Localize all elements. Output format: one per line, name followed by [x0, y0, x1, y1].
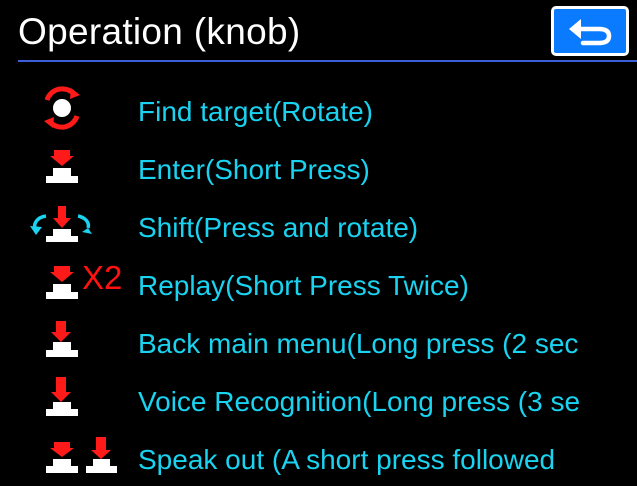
- list-item-voice-recognition[interactable]: Voice Recognition(Long press (3 se: [0, 376, 637, 428]
- list-item-enter[interactable]: Enter(Short Press): [0, 144, 637, 196]
- short-press-icon: [0, 144, 136, 196]
- page-title: Operation (knob): [18, 11, 301, 52]
- item-label: Voice Recognition(Long press (3 se: [138, 386, 581, 417]
- item-label: Back main menu(Long press (2 sec: [138, 328, 579, 359]
- double-press-icon: X2: [0, 259, 136, 312]
- list-item-find-target[interactable]: Find target(Rotate): [0, 86, 637, 138]
- item-label: Replay(Short Press Twice): [138, 270, 469, 301]
- short-long-press-icon: [0, 434, 136, 486]
- back-button[interactable]: [551, 6, 629, 56]
- item-label: Shift(Press and rotate): [138, 212, 419, 243]
- return-arrow-icon: [569, 19, 612, 46]
- item-label: Find target(Rotate): [138, 96, 373, 127]
- list-item-replay[interactable]: X2 Replay(Short Press Twice): [0, 259, 637, 312]
- list-item-shift[interactable]: Shift(Press and rotate): [0, 202, 637, 254]
- header-bar: Operation (knob): [0, 0, 637, 64]
- list-item-speak-out[interactable]: Speak out (A short press followed: [0, 434, 637, 486]
- rotate-knob-icon: [0, 86, 136, 138]
- press-rotate-icon: [0, 202, 136, 254]
- list-item-back-main-menu[interactable]: Back main menu(Long press (2 sec: [0, 318, 637, 370]
- long-press-icon: [0, 376, 136, 428]
- repeat-badge: X2: [82, 259, 123, 296]
- item-label: Enter(Short Press): [138, 154, 370, 185]
- header-divider: [18, 60, 637, 62]
- item-label: Speak out (A short press followed: [138, 444, 556, 475]
- long-press-icon: [0, 318, 136, 370]
